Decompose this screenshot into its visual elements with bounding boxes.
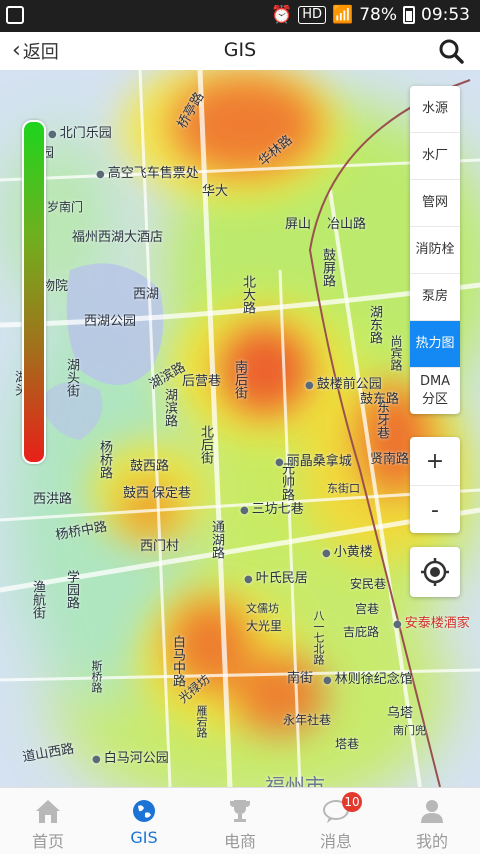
map-label: 后营巷 xyxy=(182,374,222,389)
map-label: 元帅路 xyxy=(279,462,294,501)
map-label: 渔航街 xyxy=(30,580,45,619)
map-label: 学园路 xyxy=(64,570,79,609)
map-label: 杨桥路 xyxy=(97,440,112,479)
map-label: 贤南路 xyxy=(370,452,410,467)
status-bar-right: ⏰ HD 📶 78% 09:53 xyxy=(271,5,470,25)
map-label: 安泰楼酒家 xyxy=(393,612,470,631)
layer-panel: 水源 水厂 管网 消防栓 泵房 热力图 DMA 分区 xyxy=(410,86,460,414)
map-label: 东街口 xyxy=(327,482,360,495)
map-label: 屏山 xyxy=(285,217,312,232)
battery-percent: 78% xyxy=(359,5,397,25)
map-label: 文儒坊 xyxy=(246,602,279,615)
tab-label: 消息 xyxy=(319,832,352,851)
zoom-in-button[interactable]: + xyxy=(410,437,460,486)
alarm-icon: ⏰ xyxy=(271,5,293,25)
map-label: 吉庇路 xyxy=(343,625,380,639)
layer-dma-zone-button[interactable]: DMA 分区 xyxy=(410,368,460,414)
map-label: 北门乐园 xyxy=(48,122,112,141)
map-label: 通湖路 xyxy=(209,520,224,559)
map-label: 安民巷 xyxy=(350,577,387,591)
tab-label: 首页 xyxy=(31,832,64,851)
map-label: 鼓西路 xyxy=(130,459,170,474)
layer-fire-hydrant-button[interactable]: 消防栓 xyxy=(410,227,460,274)
map-label: 西湖公园 xyxy=(84,314,137,329)
status-bar: ⏰ HD 📶 78% 09:53 xyxy=(0,0,480,32)
wifi-icon: 📶 xyxy=(332,5,354,25)
tab-home[interactable]: 首页 xyxy=(0,788,96,854)
locate-button[interactable] xyxy=(410,547,460,597)
gallery-icon xyxy=(6,6,24,24)
trophy-icon xyxy=(230,800,250,822)
map-label: 宫巷 xyxy=(355,602,380,616)
unread-badge: 10 xyxy=(342,792,362,812)
map-label: 大光里 xyxy=(246,619,283,633)
user-icon xyxy=(421,800,443,823)
map-label: 尚宾路 xyxy=(389,335,403,371)
search-icon[interactable] xyxy=(438,38,464,64)
tab-mall[interactable]: 电商 xyxy=(192,788,288,854)
map-label: 雁宕路 xyxy=(195,705,208,738)
zoom-out-button[interactable]: - xyxy=(410,486,460,534)
tab-profile[interactable]: 我的 xyxy=(384,788,480,854)
map-label: 八一七北路 xyxy=(312,610,325,665)
tab-messages[interactable]: 10 消息 xyxy=(288,788,384,854)
map-label: 叶氏民居 xyxy=(244,567,308,586)
map-label: 南街 xyxy=(287,671,314,686)
bottom-tab-bar: 首页 GIS 电商 10 消息 我的 xyxy=(0,787,480,854)
zoom-control: + - xyxy=(410,437,460,533)
map-label: 高空飞车售票处 xyxy=(96,162,199,181)
map-view[interactable]: 北门乐园 公园 高空飞车售票处 桥亭路 华林路 华大 福州西湖大酒店 物院 西湖… xyxy=(0,70,480,787)
map-label: 冶山路 xyxy=(327,217,367,232)
map-label: 鼓东路 xyxy=(360,392,400,407)
map-label: 鼓西 xyxy=(123,486,150,501)
map-label: 鼓屏路 xyxy=(320,248,335,287)
app-header: ‹ 返回 GIS xyxy=(0,32,480,71)
map-label: 北大路 xyxy=(240,275,255,314)
layer-water-source-button[interactable]: 水源 xyxy=(410,86,460,133)
map-label: 湖滨路 xyxy=(162,388,177,427)
map-label: 白马中路 xyxy=(170,635,185,687)
map-label: 湖头街 xyxy=(64,358,79,397)
clock: 09:53 xyxy=(421,5,470,25)
map-label: 福州西湖大酒店 xyxy=(72,230,164,245)
map-label: 西洪路 xyxy=(33,492,73,507)
tab-gis[interactable]: GIS xyxy=(96,788,192,854)
map-label: 华大 xyxy=(202,184,229,199)
map-label: 白马河公园 xyxy=(92,747,169,766)
page-title: GIS xyxy=(223,39,257,61)
tab-label: 电商 xyxy=(223,832,256,851)
layer-heatmap-button[interactable]: 热力图 xyxy=(410,321,460,368)
map-label: 西湖 xyxy=(133,287,160,302)
tab-label: 我的 xyxy=(415,832,448,851)
map-label: 塔巷 xyxy=(335,737,360,751)
hd-indicator: HD xyxy=(298,6,327,24)
map-label: 保定巷 xyxy=(152,486,192,501)
map-label: 福州市 xyxy=(265,774,325,787)
layer-pump-house-button[interactable]: 泵房 xyxy=(410,274,460,321)
map-label: 小黄楼 xyxy=(322,541,373,560)
tab-label: GIS xyxy=(130,828,158,847)
layer-water-plant-button[interactable]: 水厂 xyxy=(410,133,460,180)
globe-icon xyxy=(133,800,155,822)
battery-icon xyxy=(403,6,415,24)
map-label: 斯桥路 xyxy=(90,660,103,693)
map-label: 南门兜 xyxy=(393,724,426,737)
map-label: 西门村 xyxy=(140,539,180,554)
map-label: 林则徐纪念馆 xyxy=(323,668,413,687)
crosshair-icon xyxy=(421,558,449,586)
map-label: 北后街 xyxy=(198,425,213,464)
layer-pipe-network-button[interactable]: 管网 xyxy=(410,180,460,227)
map-label: 永年社巷 xyxy=(283,713,332,727)
home-icon xyxy=(36,800,60,823)
map-label: 湖东路 xyxy=(367,305,382,344)
map-label: 南后街 xyxy=(232,360,247,399)
heatmap-legend xyxy=(22,120,46,464)
map-label: 乌塔 xyxy=(387,706,414,721)
